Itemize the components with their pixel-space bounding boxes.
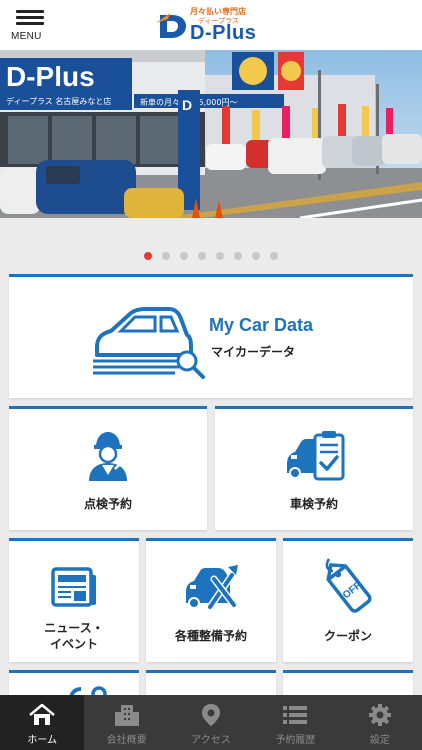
- mechanic-icon: [89, 432, 128, 481]
- carousel-dot[interactable]: [234, 252, 242, 260]
- shaken-reservation-label: 車検予約: [289, 497, 338, 511]
- shaken-reservation-tile[interactable]: 車検予約: [215, 406, 413, 530]
- tab-company[interactable]: 会社概要: [84, 695, 168, 750]
- inspection-reservation-label: 点検予約: [83, 497, 132, 511]
- off-tag-icon: OFF: [325, 558, 372, 613]
- tab-access[interactable]: アクセス: [169, 695, 253, 750]
- tab-home[interactable]: ホーム: [0, 695, 85, 750]
- menu-label: MENU: [11, 31, 42, 42]
- svg-text:D: D: [182, 97, 192, 113]
- carousel-dot[interactable]: [180, 252, 188, 260]
- news-events-label-line1: ニュース・: [44, 621, 104, 635]
- coupon-tile[interactable]: OFF クーポン: [283, 538, 413, 662]
- car-checklist-icon: [287, 431, 345, 481]
- news-events-label-line2: イベント: [49, 637, 98, 651]
- my-car-data-tile[interactable]: My Car Data マイカーデータ: [9, 274, 413, 398]
- newspaper-icon: [51, 567, 96, 607]
- bottom-tab-bar: ホーム 会社概要 アクセス 予約履歴 設定: [0, 695, 422, 750]
- my-car-data-title: My Car Data: [209, 315, 314, 335]
- gear-icon: [368, 704, 391, 726]
- maintenance-reservation-label: 各種整備予約: [174, 629, 247, 643]
- app-header: MENU 月々払い専門店 ディープラス D-Plus: [0, 0, 422, 50]
- menu-icon: [16, 10, 44, 13]
- tab-settings-label: 設定: [369, 735, 390, 746]
- hero-banner[interactable]: D-Plus ディープラス 名古屋みなと店 新車の月々払い 5,000円〜 D: [0, 50, 422, 218]
- news-events-tile[interactable]: ニュース・ イベント: [9, 538, 139, 662]
- carousel-dot[interactable]: [198, 252, 206, 260]
- carousel-dot[interactable]: [216, 252, 224, 260]
- logo-text: D-Plus: [190, 22, 257, 44]
- store-sign-subtext: ディープラス 名古屋みなと店: [6, 96, 111, 106]
- carousel-dot[interactable]: [144, 252, 152, 260]
- car-tools-icon: [186, 565, 238, 611]
- tab-reservation-history[interactable]: 予約履歴: [253, 695, 337, 750]
- tab-settings[interactable]: 設定: [338, 695, 422, 750]
- building-icon: [114, 705, 139, 726]
- car-magnifier-icon: [93, 307, 205, 379]
- coupon-label: クーポン: [323, 629, 372, 643]
- logo-d-icon: [156, 13, 186, 38]
- tab-reservation-history-label: 予約履歴: [275, 735, 316, 746]
- inspection-reservation-tile[interactable]: 点検予約: [9, 406, 207, 530]
- tab-access-label: アクセス: [191, 735, 231, 746]
- maintenance-reservation-tile[interactable]: 各種整備予約: [146, 538, 276, 662]
- carousel-dot[interactable]: [162, 252, 170, 260]
- tab-home-label: ホーム: [27, 735, 58, 746]
- tab-company-label: 会社概要: [106, 735, 147, 746]
- carousel-dot[interactable]: [252, 252, 260, 260]
- home-icon: [29, 703, 56, 725]
- carousel-pager: [0, 252, 422, 260]
- list-icon: [283, 706, 308, 724]
- storefront-image: D-Plus ディープラス 名古屋みなと店 新車の月々払い 5,000円〜 D: [0, 50, 422, 218]
- map-pin-icon: [202, 704, 221, 726]
- carousel-dot[interactable]: [270, 252, 278, 260]
- brand-logo: 月々払い専門店 ディープラス D-Plus: [156, 6, 276, 44]
- store-sign-text: D-Plus: [6, 61, 95, 92]
- my-car-data-subtitle: マイカーデータ: [211, 345, 296, 359]
